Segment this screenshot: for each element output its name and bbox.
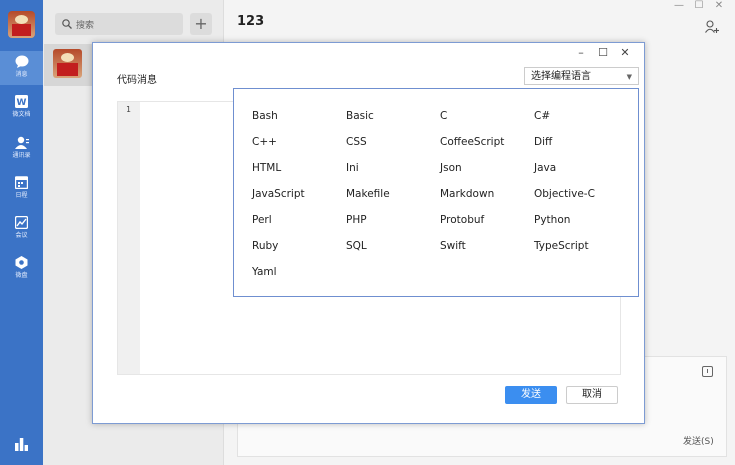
language-option[interactable]: Makefile [346,188,390,200]
cancel-button[interactable]: 取消 [566,386,618,404]
language-select-label: 选择编程语言 [531,71,591,82]
language-option[interactable]: C++ [252,136,277,148]
language-option[interactable]: Basic [346,110,374,122]
minimize-icon[interactable]: — [669,0,689,11]
nav-docs[interactable]: W 微文档 [0,95,43,118]
language-option[interactable]: C# [534,110,550,122]
nav-meeting[interactable]: 会议 [0,216,43,239]
language-option[interactable]: TypeScript [534,240,589,252]
language-option[interactable]: Diff [534,136,552,148]
language-option[interactable]: CoffeeScript [440,136,504,148]
maximize-icon[interactable]: ☐ [689,0,709,11]
dialog-window-controls: – ☐ ✕ [570,46,636,59]
contacts-icon [14,136,29,149]
send-button[interactable]: 发送 [505,386,557,404]
dialog-title: 代码消息 [117,75,157,86]
screenshot-icon[interactable] [702,366,713,377]
chat-bubble-icon [15,55,28,68]
language-option[interactable]: Yaml [252,266,277,278]
nav-drive-label: 微盘 [15,272,28,279]
language-option[interactable]: Bash [252,110,278,122]
line-number-gutter [118,102,140,374]
add-button[interactable]: + [190,13,212,35]
language-option[interactable]: Ini [346,162,359,174]
nav-contacts-label: 通讯录 [12,152,31,159]
language-option[interactable]: HTML [252,162,281,174]
language-option[interactable]: Perl [252,214,272,226]
conversation-item-selected[interactable] [44,44,92,86]
conversation-avatar [53,49,82,78]
user-avatar[interactable] [8,11,35,38]
dialog-maximize-icon[interactable]: ☐ [592,46,614,59]
document-icon: W [15,95,28,108]
nav-drive[interactable]: 微盘 [0,256,43,279]
language-option[interactable]: C [440,110,447,122]
language-dropdown-panel: Bash Basic C C# C++ CSS CoffeeScript Dif… [233,88,639,297]
language-option[interactable]: PHP [346,214,367,226]
nav-docs-label: 微文档 [12,111,31,118]
dialog-minimize-icon[interactable]: – [570,46,592,59]
close-icon[interactable]: ✕ [709,0,729,11]
search-input[interactable]: 搜索 [55,13,183,35]
search-placeholder: 搜索 [76,21,95,31]
nav-calendar-label: 日程 [15,192,28,199]
language-option[interactable]: CSS [346,136,367,148]
left-navigation-rail: 消息 W 微文档 通讯录 日程 会议 微盘 [0,0,43,465]
language-option[interactable]: Json [440,162,462,174]
language-option[interactable]: Swift [440,240,466,252]
nav-meeting-label: 会议 [15,232,28,239]
send-message-button[interactable]: 发送(S) [683,434,714,447]
language-option[interactable]: Protobuf [440,214,484,226]
calendar-icon [15,176,28,189]
language-option[interactable]: Markdown [440,188,494,200]
chat-title: 123 [237,14,265,29]
search-icon [62,19,72,29]
language-option[interactable]: Java [534,162,556,174]
nav-contacts[interactable]: 通讯录 [0,136,43,159]
language-option[interactable]: Objective-C [534,188,595,200]
dialog-close-icon[interactable]: ✕ [614,46,636,59]
meeting-icon [15,216,28,229]
svg-text:W: W [17,98,27,108]
add-member-icon[interactable] [705,20,719,33]
language-option[interactable]: SQL [346,240,367,252]
nav-calendar[interactable]: 日程 [0,176,43,199]
nav-messages-label: 消息 [15,71,28,78]
language-option[interactable]: Python [534,214,570,226]
language-option[interactable]: Ruby [252,240,278,252]
line-number: 1 [126,105,131,114]
drive-icon [15,256,28,269]
language-select[interactable]: 选择编程语言 ▼ [524,67,639,85]
chevron-down-icon: ▼ [626,73,632,81]
language-option[interactable]: JavaScript [252,188,305,200]
more-apps-icon[interactable] [15,438,28,451]
nav-messages[interactable]: 消息 [0,51,43,85]
window-controls: — ☐ ✕ [669,0,729,11]
